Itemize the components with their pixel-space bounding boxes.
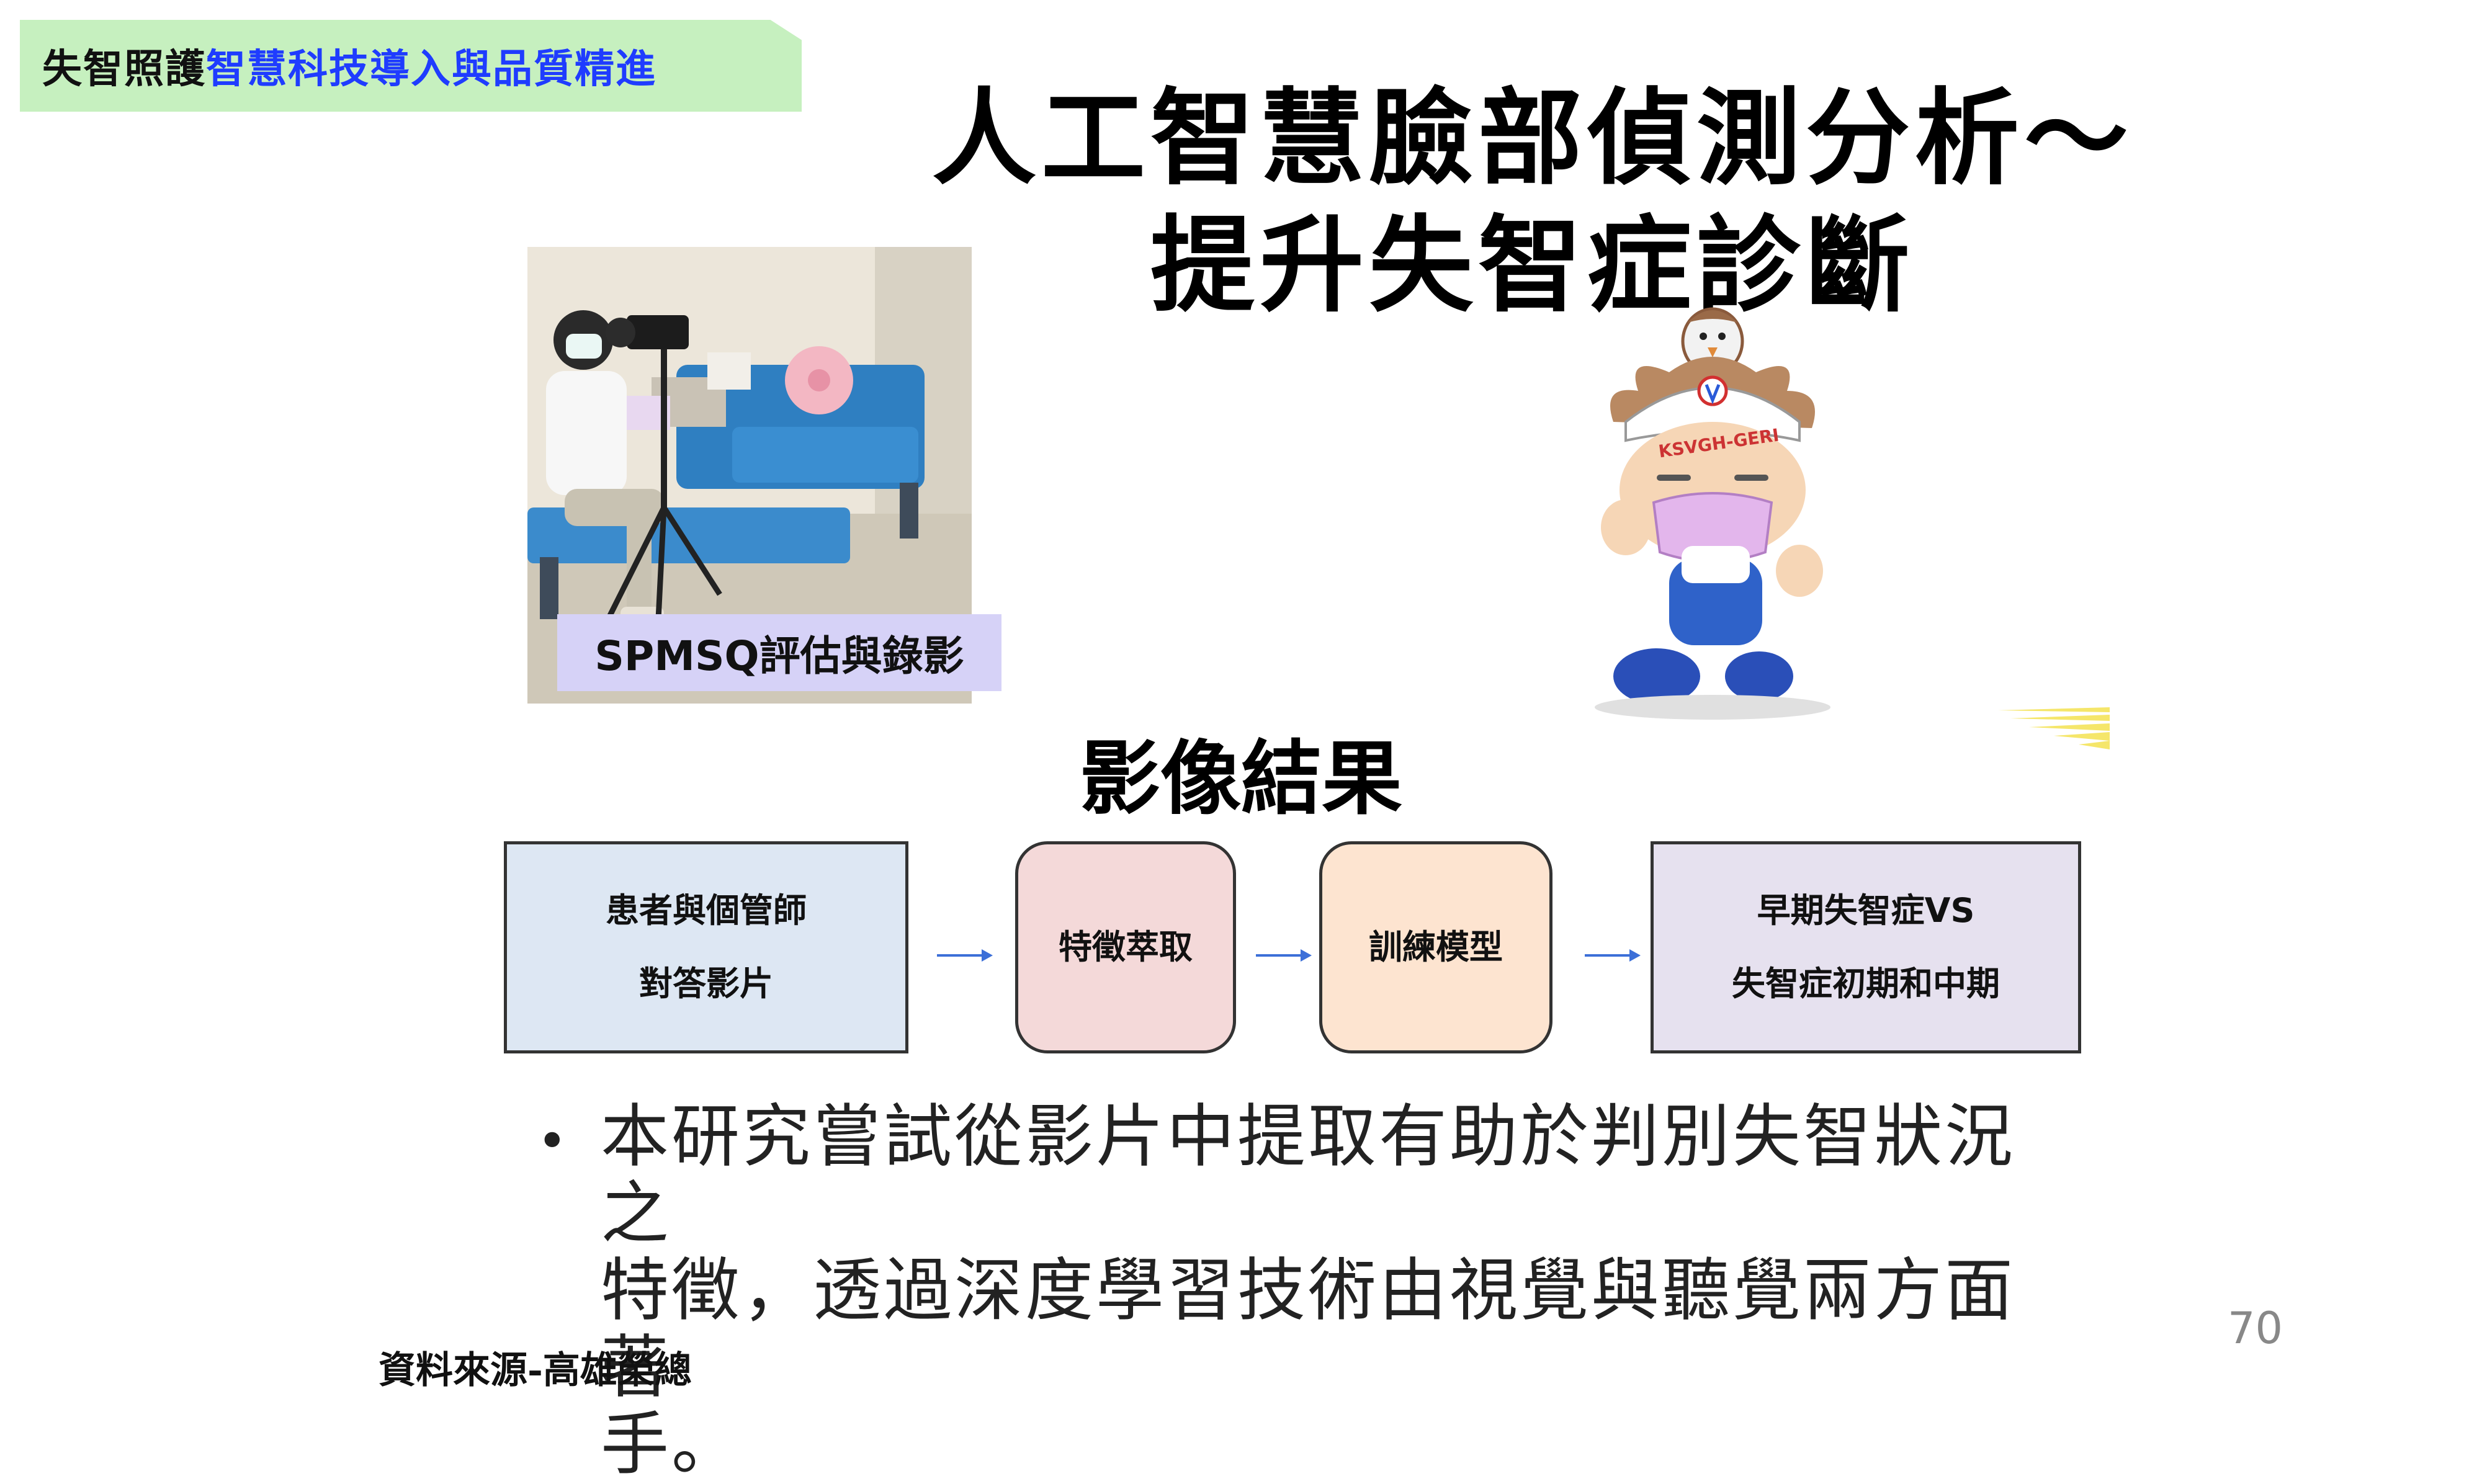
flow-box-train-model: 訓練模型 [1319, 841, 1552, 1053]
flow-box-classification: 早期失智症VS 失智症初期和中期 [1651, 841, 2081, 1053]
slide-title-line1: 人工智慧臉部偵測分析～ [932, 76, 2133, 199]
header-tag-highlight: 智慧科技導入與品質精進 [206, 46, 656, 92]
photo-caption: SPMSQ評估與錄影 [557, 614, 1001, 691]
flow-box-classification-line1: 早期失智症VS [1757, 891, 1975, 930]
decorative-stripes [1998, 707, 2110, 751]
bullet-line2: 特徵，透過深度學習技術由視覺與聽覺兩方面著 [601, 1251, 2015, 1407]
source-note: 資料來源-高雄榮總 [379, 1349, 692, 1392]
flow-box-classification-line2: 失智症初期和中期 [1732, 964, 2000, 1003]
mascot-illustration: KSVGH-GERI [1588, 298, 1849, 726]
flow-box-feature-extraction: 特徵萃取 [1015, 841, 1236, 1053]
bullet-line1: 本研究嘗試從影片中提取有助於判別失智狀況之 [601, 1097, 2015, 1253]
header-tag-prefix: 失智照護 [42, 46, 206, 92]
slide-title-line2: 提升失智症診斷 [1150, 203, 1915, 326]
page-number: 70 [2228, 1303, 2283, 1354]
results-heading: 影像結果 [1079, 731, 1402, 826]
flow-arrow-1 [937, 949, 993, 962]
flow-box-video: 患者與個管師 對答影片 [504, 841, 908, 1053]
flow-box-feature-label: 特徵萃取 [1059, 928, 1193, 967]
bullet-line3: 手。 [601, 1405, 742, 1484]
flow-box-video-line1: 患者與個管師 [606, 891, 807, 930]
flow-arrow-2 [1256, 949, 1312, 962]
flow-arrow-3 [1585, 949, 1641, 962]
bullet-point-icon: • [537, 1111, 568, 1171]
flow-box-train-label: 訓練模型 [1369, 928, 1503, 967]
flow-box-video-line2: 對答影片 [639, 964, 773, 1003]
slide-title: 人工智慧臉部偵測分析～ 提升失智症診斷 [918, 74, 2147, 329]
header-tag: 失智照護 智慧科技導入與品質精進 [20, 20, 802, 112]
bullet-paragraph: 本研究嘗試從影片中提取有助於判別失智狀況之 特徵，透過深度學習技術由視覺與聽覺兩… [601, 1098, 2022, 1483]
